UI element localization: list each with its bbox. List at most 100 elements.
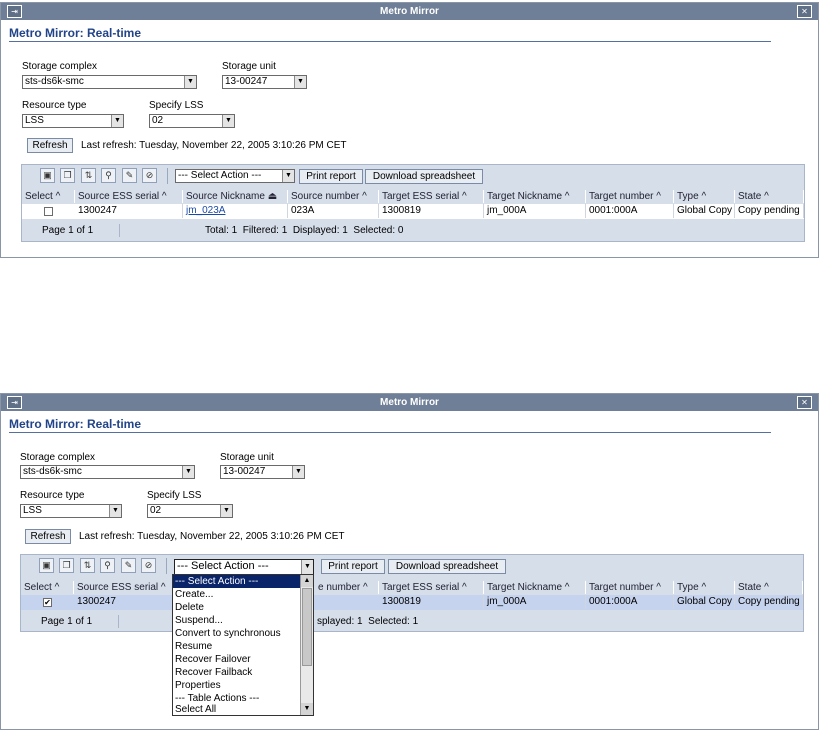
scroll-down-icon[interactable]: ▼ (301, 703, 313, 715)
expand-icon[interactable]: ⇥ (7, 5, 22, 18)
col-header-select[interactable]: Select ^ (21, 581, 74, 594)
filter-icon[interactable]: ⚲ (100, 558, 115, 573)
menu-item-delete[interactable]: Delete (173, 601, 303, 614)
menu-item-properties[interactable]: Properties (173, 679, 303, 692)
table-row[interactable]: ✔ 1300247 1300819 jm_000A 0001:000A Glob… (21, 595, 803, 610)
menu-item-recover-failback[interactable]: Recover Failback (173, 666, 303, 679)
col-header-state[interactable]: State ^ (735, 190, 804, 203)
storage-complex-label: Storage complex (20, 452, 96, 463)
expand-icon[interactable]: ⇥ (7, 396, 22, 409)
filter-icon[interactable]: ⚲ (101, 168, 116, 183)
specify-lss-select[interactable]: 02 ▼ (147, 504, 233, 518)
window-titlebar: Metro Mirror (1, 394, 818, 411)
storage-complex-value: sts-ds6k-smc (23, 466, 82, 477)
last-refresh-text: Last refresh: Tuesday, November 22, 2005… (79, 531, 345, 542)
col-header-state[interactable]: State ^ (735, 581, 803, 594)
edit-icon[interactable]: ✎ (121, 558, 136, 573)
storage-unit-value: 13-00247 (225, 76, 268, 87)
record-counts: Total: 1 Filtered: 1 Displayed: 1 Select… (205, 225, 404, 236)
resource-type-label: Resource type (22, 100, 87, 111)
page-indicator: Page 1 of 1 (42, 225, 94, 236)
menu-item-create[interactable]: Create... (173, 588, 303, 601)
cell-type: Global Copy (674, 204, 735, 218)
cell-target-number: 0001:000A (586, 204, 674, 218)
menu-item-resume[interactable]: Resume (173, 640, 303, 653)
dropdown-scrollbar[interactable]: ▲ ▼ (300, 575, 313, 715)
col-header-target-ess-serial[interactable]: Target ESS serial ^ (379, 190, 484, 203)
storage-unit-value: 13-00247 (223, 466, 266, 477)
page-indicator: Page 1 of 1 (41, 616, 93, 627)
row-checkbox[interactable] (44, 207, 53, 216)
expand-icon[interactable]: ⇅ (80, 558, 95, 573)
cell-target-ess-serial: 1300819 (379, 204, 484, 218)
top-window: Metro Mirror ⇥ ✕ Metro Mirror: Real-time… (0, 2, 819, 258)
storage-complex-select[interactable]: sts-ds6k-smc ▼ (20, 465, 195, 479)
col-header-source-number-partial[interactable]: e number ^ (315, 581, 379, 594)
chevron-down-icon: ▼ (301, 560, 313, 574)
download-spreadsheet-button[interactable]: Download spreadsheet (365, 169, 483, 184)
close-icon[interactable]: ✕ (797, 5, 812, 18)
col-header-select[interactable]: Select ^ (22, 190, 75, 203)
clear-filter-icon[interactable]: ⊘ (141, 558, 156, 573)
cell-source-nickname[interactable]: jm_023A (183, 204, 288, 218)
print-report-button[interactable]: Print report (299, 169, 363, 184)
menu-item-select-action[interactable]: --- Select Action --- (173, 575, 303, 588)
cell-state: Copy pending (735, 595, 803, 609)
cell-target-nickname: jm_000A (484, 204, 586, 218)
results-table: ▣ ❐ ⇅ ⚲ ✎ ⊘ --- Select Action --- ▼ Prin… (20, 554, 804, 632)
menu-item-select-all[interactable]: Select All (173, 703, 303, 715)
action-dropdown-list[interactable]: --- Select Action --- Create... Delete S… (172, 574, 314, 716)
col-header-source-number[interactable]: Source number ^ (288, 190, 379, 203)
close-icon[interactable]: ✕ (797, 396, 812, 409)
window-titlebar: Metro Mirror (1, 3, 818, 20)
select-all-icon[interactable]: ▣ (39, 558, 54, 573)
storage-unit-select[interactable]: 13-00247 ▼ (220, 465, 305, 479)
col-header-source-nickname[interactable]: Source Nickname ⏏ (183, 190, 288, 203)
deselect-all-icon[interactable]: ❐ (59, 558, 74, 573)
col-header-target-nickname[interactable]: Target Nickname ^ (484, 190, 586, 203)
specify-lss-select[interactable]: 02 ▼ (149, 114, 235, 128)
col-header-source-ess-serial[interactable]: Source ESS serial ^ (74, 581, 174, 594)
row-checkbox[interactable]: ✔ (43, 598, 52, 607)
scroll-thumb[interactable] (302, 588, 312, 666)
page-title: Metro Mirror: Real-time (9, 26, 142, 40)
cell-source-ess-serial: 1300247 (74, 595, 174, 609)
menu-item-recover-failover[interactable]: Recover Failover (173, 653, 303, 666)
footer-divider (119, 224, 120, 237)
col-header-target-number[interactable]: Target number ^ (586, 581, 674, 594)
col-header-source-ess-serial[interactable]: Source ESS serial ^ (75, 190, 183, 203)
refresh-button[interactable]: Refresh (27, 138, 73, 153)
menu-item-convert-to-synchronous[interactable]: Convert to synchronous (173, 627, 303, 640)
scroll-up-icon[interactable]: ▲ (301, 575, 313, 587)
table-row[interactable]: 1300247 jm_023A 023A 1300819 jm_000A 000… (22, 204, 804, 219)
menu-item-suspend[interactable]: Suspend... (173, 614, 303, 627)
chevron-down-icon: ▼ (182, 466, 194, 478)
action-select[interactable]: --- Select Action --- ▼ (174, 559, 314, 575)
col-header-type[interactable]: Type ^ (674, 581, 735, 594)
cell-target-nickname: jm_000A (484, 595, 586, 609)
deselect-all-icon[interactable]: ❐ (60, 168, 75, 183)
resource-type-select[interactable]: LSS ▼ (22, 114, 124, 128)
cell-state: Copy pending (735, 204, 804, 218)
select-all-icon[interactable]: ▣ (40, 168, 55, 183)
title-divider (9, 432, 771, 433)
expand-icon[interactable]: ⇅ (81, 168, 96, 183)
col-header-target-number[interactable]: Target number ^ (586, 190, 674, 203)
source-nickname-link[interactable]: jm_023A (186, 205, 225, 216)
storage-complex-select[interactable]: sts-ds6k-smc ▼ (22, 75, 197, 89)
print-report-button[interactable]: Print report (321, 559, 385, 574)
edit-icon[interactable]: ✎ (122, 168, 137, 183)
col-header-target-nickname[interactable]: Target Nickname ^ (484, 581, 586, 594)
storage-unit-select[interactable]: 13-00247 ▼ (222, 75, 307, 89)
storage-unit-label: Storage unit (222, 61, 276, 72)
clear-filter-icon[interactable]: ⊘ (142, 168, 157, 183)
col-header-target-ess-serial[interactable]: Target ESS serial ^ (379, 581, 484, 594)
resource-type-select[interactable]: LSS ▼ (20, 504, 122, 518)
cell-type: Global Copy (674, 595, 735, 609)
table-footer: Page 1 of 1 splayed: 1 Selected: 1 (21, 613, 803, 630)
download-spreadsheet-button[interactable]: Download spreadsheet (388, 559, 506, 574)
refresh-button[interactable]: Refresh (25, 529, 71, 544)
action-select[interactable]: --- Select Action --- ▼ (175, 169, 295, 183)
storage-complex-label: Storage complex (22, 61, 98, 72)
col-header-type[interactable]: Type ^ (674, 190, 735, 203)
